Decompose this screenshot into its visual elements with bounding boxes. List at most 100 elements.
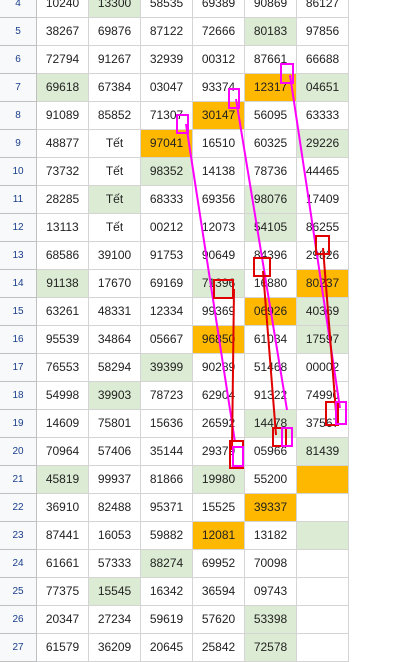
table-cell[interactable]: 69169 <box>141 270 193 298</box>
table-cell[interactable]: 69356 <box>193 186 245 214</box>
table-cell[interactable]: 86255 <box>297 214 349 242</box>
table-cell[interactable] <box>297 634 349 662</box>
table-cell[interactable]: 71307 <box>141 102 193 130</box>
table-cell[interactable]: 17670 <box>89 270 141 298</box>
table-cell[interactable]: 59882 <box>141 522 193 550</box>
table-cell[interactable]: 39100 <box>89 242 141 270</box>
table-cell[interactable]: 45819 <box>37 466 89 494</box>
table-cell[interactable]: 36209 <box>89 634 141 662</box>
table-cell[interactable]: 69876 <box>89 18 141 46</box>
table-cell[interactable]: 61661 <box>37 550 89 578</box>
table-cell[interactable]: 82488 <box>89 494 141 522</box>
table-cell[interactable]: 53398 <box>245 606 297 634</box>
table-cell[interactable]: 99937 <box>89 466 141 494</box>
table-cell[interactable]: 57333 <box>89 550 141 578</box>
table-cell[interactable]: 87122 <box>141 18 193 46</box>
table-cell[interactable]: 32939 <box>141 46 193 74</box>
table-cell[interactable]: 12317 <box>245 74 297 102</box>
table-cell[interactable]: 71396 <box>193 270 245 298</box>
table-cell[interactable]: 37567 <box>297 410 349 438</box>
table-cell[interactable]: 14478 <box>245 410 297 438</box>
row-header[interactable]: 16 <box>0 326 37 354</box>
row-header[interactable]: 19 <box>0 410 37 438</box>
table-cell[interactable]: 93374 <box>193 74 245 102</box>
table-cell[interactable]: 12081 <box>193 522 245 550</box>
table-cell[interactable]: 29826 <box>297 242 349 270</box>
table-cell[interactable]: 59619 <box>141 606 193 634</box>
table-cell[interactable]: 97041 <box>141 130 193 158</box>
table-cell[interactable]: 27234 <box>89 606 141 634</box>
table-cell[interactable] <box>297 550 349 578</box>
table-cell[interactable]: Tết <box>89 158 141 186</box>
row-header[interactable]: 9 <box>0 130 37 158</box>
table-cell[interactable]: 75801 <box>89 410 141 438</box>
row-header[interactable]: 5 <box>0 18 37 46</box>
table-cell[interactable]: 35144 <box>141 438 193 466</box>
table-cell[interactable]: 73732 <box>37 158 89 186</box>
table-cell[interactable] <box>297 578 349 606</box>
row-header[interactable]: 11 <box>0 186 37 214</box>
table-cell[interactable]: 72578 <box>245 634 297 662</box>
row-header[interactable]: 13 <box>0 242 37 270</box>
table-cell[interactable]: 91267 <box>89 46 141 74</box>
table-cell[interactable]: 48331 <box>89 298 141 326</box>
table-cell[interactable]: 36910 <box>37 494 89 522</box>
row-header[interactable]: 25 <box>0 578 37 606</box>
table-cell[interactable]: 16510 <box>193 130 245 158</box>
row-header[interactable]: 14 <box>0 270 37 298</box>
table-cell[interactable]: 34864 <box>89 326 141 354</box>
table-cell[interactable]: 13300 <box>89 0 141 18</box>
table-cell[interactable]: 12334 <box>141 298 193 326</box>
table-cell[interactable]: 76553 <box>37 354 89 382</box>
table-cell[interactable]: 87661 <box>245 46 297 74</box>
table-cell[interactable]: 38267 <box>37 18 89 46</box>
table-cell[interactable]: 29379 <box>193 438 245 466</box>
table-cell[interactable]: 44465 <box>297 158 349 186</box>
row-header[interactable]: 21 <box>0 466 37 494</box>
row-header[interactable]: 18 <box>0 382 37 410</box>
table-cell[interactable]: 90869 <box>245 0 297 18</box>
table-cell[interactable] <box>297 606 349 634</box>
table-cell[interactable]: 91322 <box>245 382 297 410</box>
table-cell[interactable]: 81439 <box>297 438 349 466</box>
table-cell[interactable]: 63333 <box>297 102 349 130</box>
table-cell[interactable]: 60325 <box>245 130 297 158</box>
table-cell[interactable]: 14609 <box>37 410 89 438</box>
table-cell[interactable]: 62904 <box>193 382 245 410</box>
row-header[interactable]: 7 <box>0 74 37 102</box>
row-header[interactable]: 24 <box>0 550 37 578</box>
table-cell[interactable]: 39337 <box>245 494 297 522</box>
table-cell[interactable]: 80183 <box>245 18 297 46</box>
table-cell[interactable]: 99369 <box>193 298 245 326</box>
table-cell[interactable]: 25842 <box>193 634 245 662</box>
table-cell[interactable]: 48877 <box>37 130 89 158</box>
table-cell[interactable]: 78723 <box>141 382 193 410</box>
row-header[interactable]: 8 <box>0 102 37 130</box>
table-cell[interactable]: 98352 <box>141 158 193 186</box>
table-cell[interactable]: 00212 <box>141 214 193 242</box>
table-cell[interactable]: 72666 <box>193 18 245 46</box>
row-header[interactable]: 12 <box>0 214 37 242</box>
table-cell[interactable]: 91089 <box>37 102 89 130</box>
table-cell[interactable]: 69952 <box>193 550 245 578</box>
table-cell[interactable]: 70964 <box>37 438 89 466</box>
table-cell[interactable]: 55200 <box>245 466 297 494</box>
table-cell[interactable]: 57620 <box>193 606 245 634</box>
table-cell[interactable]: Tết <box>89 130 141 158</box>
table-cell[interactable] <box>297 466 349 494</box>
table-cell[interactable]: 10240 <box>37 0 89 18</box>
table-cell[interactable]: 20645 <box>141 634 193 662</box>
table-cell[interactable]: 15545 <box>89 578 141 606</box>
table-cell[interactable]: Tết <box>89 186 141 214</box>
table-cell[interactable]: 86127 <box>297 0 349 18</box>
table-cell[interactable]: 61579 <box>37 634 89 662</box>
row-header[interactable]: 17 <box>0 354 37 382</box>
table-cell[interactable]: 54105 <box>245 214 297 242</box>
table-cell[interactable]: 84396 <box>245 242 297 270</box>
table-cell[interactable]: 12073 <box>193 214 245 242</box>
table-cell[interactable]: 85852 <box>89 102 141 130</box>
table-cell[interactable]: 90289 <box>193 354 245 382</box>
table-cell[interactable]: 56095 <box>245 102 297 130</box>
table-cell[interactable]: 05667 <box>141 326 193 354</box>
table-cell[interactable]: 16053 <box>89 522 141 550</box>
